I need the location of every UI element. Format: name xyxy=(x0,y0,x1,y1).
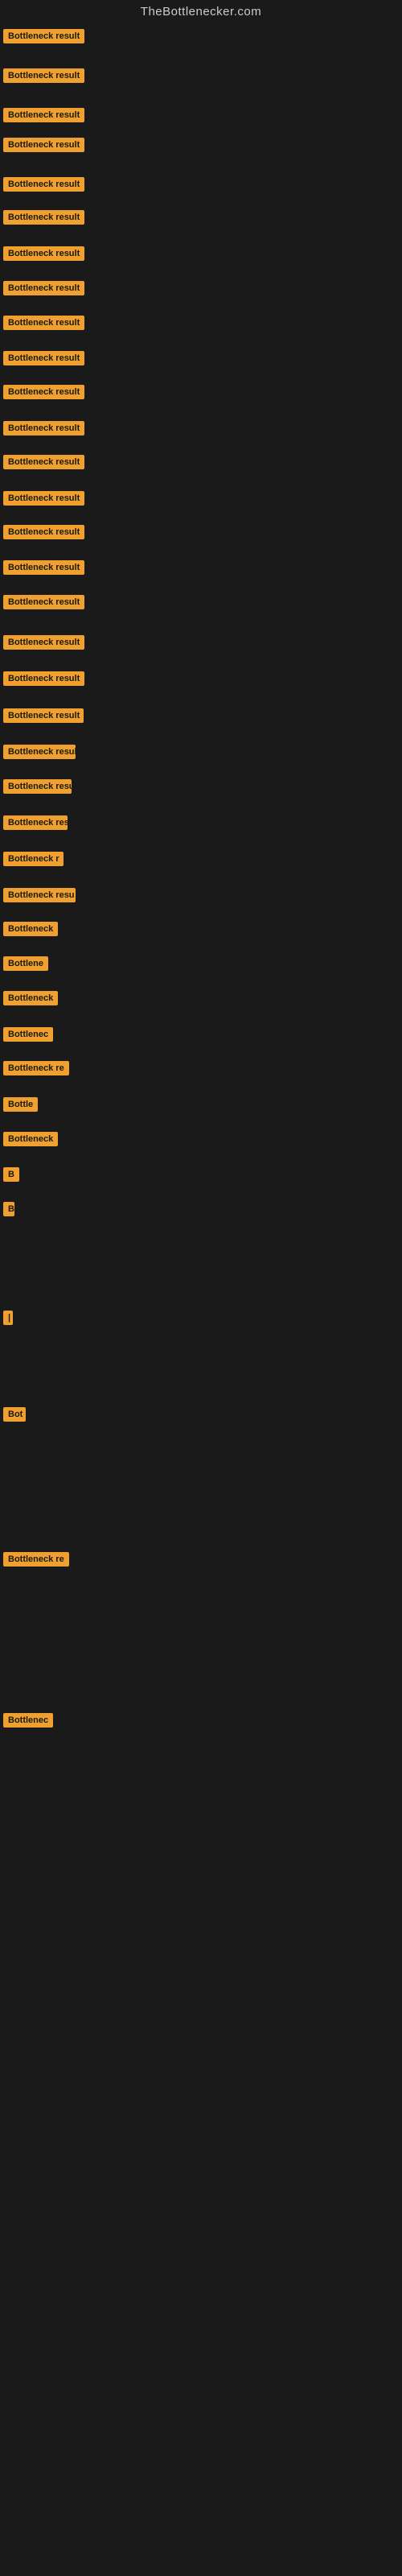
result-badge: Bottleneck result xyxy=(3,29,84,43)
result-badge: Bottleneck result xyxy=(3,708,84,723)
result-item[interactable]: Bottleneck result xyxy=(3,68,84,87)
result-item[interactable]: Bottleneck result xyxy=(3,29,84,47)
result-badge: Bottleneck result xyxy=(3,779,72,794)
result-item[interactable]: Bottleneck result xyxy=(3,210,84,229)
result-item[interactable]: Bottleneck result xyxy=(3,745,76,763)
result-badge: Bottleneck re xyxy=(3,1552,69,1567)
site-title: TheBottlenecker.com xyxy=(0,0,402,25)
result-item[interactable]: Bottleneck xyxy=(3,1132,58,1150)
result-item[interactable]: Bottleneck result xyxy=(3,316,84,334)
result-badge: Bottle xyxy=(3,1097,38,1112)
result-item[interactable]: Bottle xyxy=(3,1097,38,1116)
result-item[interactable]: Bottleneck result xyxy=(3,385,84,403)
result-badge: Bottleneck result xyxy=(3,815,68,830)
result-item[interactable]: Bottleneck result xyxy=(3,635,84,654)
result-item[interactable]: Bottleneck result xyxy=(3,108,84,126)
result-badge: Bottleneck result xyxy=(3,385,84,399)
result-badge: Bottleneck result xyxy=(3,421,84,436)
result-item[interactable]: Bottleneck result xyxy=(3,708,84,727)
result-badge: Bottleneck result xyxy=(3,491,84,506)
result-item[interactable]: Bottleneck result xyxy=(3,138,84,156)
result-item[interactable]: | xyxy=(3,1311,13,1329)
result-item[interactable]: Bottleneck result xyxy=(3,246,84,265)
result-item[interactable]: Bottleneck r xyxy=(3,852,64,870)
result-item[interactable]: Bottleneck result xyxy=(3,281,84,299)
result-badge: Bottleneck result xyxy=(3,138,84,152)
result-item[interactable]: Bottleneck result xyxy=(3,455,84,473)
result-item[interactable]: B xyxy=(3,1202,14,1220)
result-item[interactable]: Bottleneck result xyxy=(3,779,72,798)
result-item[interactable]: Bottleneck xyxy=(3,922,58,940)
result-item[interactable]: Bottleneck result xyxy=(3,351,84,369)
result-item[interactable]: Bottlenec xyxy=(3,1713,53,1732)
result-item[interactable]: Bottleneck result xyxy=(3,560,84,579)
result-item[interactable]: Bottleneck result xyxy=(3,525,84,543)
result-item[interactable]: Bottlenec xyxy=(3,1027,53,1046)
result-item[interactable]: Bottleneck re xyxy=(3,1552,69,1571)
result-badge: Bottlenec xyxy=(3,1713,53,1728)
result-badge: Bottleneck result xyxy=(3,635,84,650)
result-badge: Bottleneck result xyxy=(3,525,84,539)
result-badge: Bottleneck result xyxy=(3,316,84,330)
result-item[interactable]: Bottleneck result xyxy=(3,177,84,196)
result-item[interactable]: Bottleneck result xyxy=(3,815,68,834)
result-badge: Bottleneck result xyxy=(3,210,84,225)
result-badge: Bot xyxy=(3,1407,26,1422)
result-badge: Bottlene xyxy=(3,956,48,971)
result-badge: Bottleneck result xyxy=(3,68,84,83)
result-badge: Bottleneck result xyxy=(3,108,84,122)
result-item[interactable]: Bottleneck result xyxy=(3,491,84,510)
result-badge: B xyxy=(3,1202,14,1216)
result-badge: Bottleneck result xyxy=(3,281,84,295)
result-item[interactable]: Bottleneck result xyxy=(3,671,84,690)
result-badge: Bottlenec xyxy=(3,1027,53,1042)
result-badge: Bottleneck r xyxy=(3,852,64,866)
result-item[interactable]: Bottleneck result xyxy=(3,595,84,613)
result-badge: Bottleneck result xyxy=(3,177,84,192)
result-item[interactable]: Bot xyxy=(3,1407,26,1426)
result-item[interactable]: B xyxy=(3,1167,19,1186)
result-badge: Bottleneck result xyxy=(3,455,84,469)
result-badge: Bottleneck resu xyxy=(3,888,76,902)
result-badge: Bottleneck xyxy=(3,1132,58,1146)
result-badge: Bottleneck re xyxy=(3,1061,69,1075)
result-badge: Bottleneck result xyxy=(3,246,84,261)
result-badge: Bottleneck xyxy=(3,922,58,936)
result-badge: B xyxy=(3,1167,19,1182)
result-badge: | xyxy=(3,1311,13,1325)
result-item[interactable]: Bottleneck result xyxy=(3,421,84,440)
result-badge: Bottleneck result xyxy=(3,595,84,609)
result-badge: Bottleneck result xyxy=(3,351,84,365)
result-item[interactable]: Bottleneck resu xyxy=(3,888,76,906)
result-item[interactable]: Bottleneck xyxy=(3,991,58,1009)
result-badge: Bottleneck result xyxy=(3,671,84,686)
result-item[interactable]: Bottlene xyxy=(3,956,48,975)
result-badge: Bottleneck result xyxy=(3,560,84,575)
result-badge: Bottleneck result xyxy=(3,745,76,759)
result-badge: Bottleneck xyxy=(3,991,58,1005)
result-item[interactable]: Bottleneck re xyxy=(3,1061,69,1080)
